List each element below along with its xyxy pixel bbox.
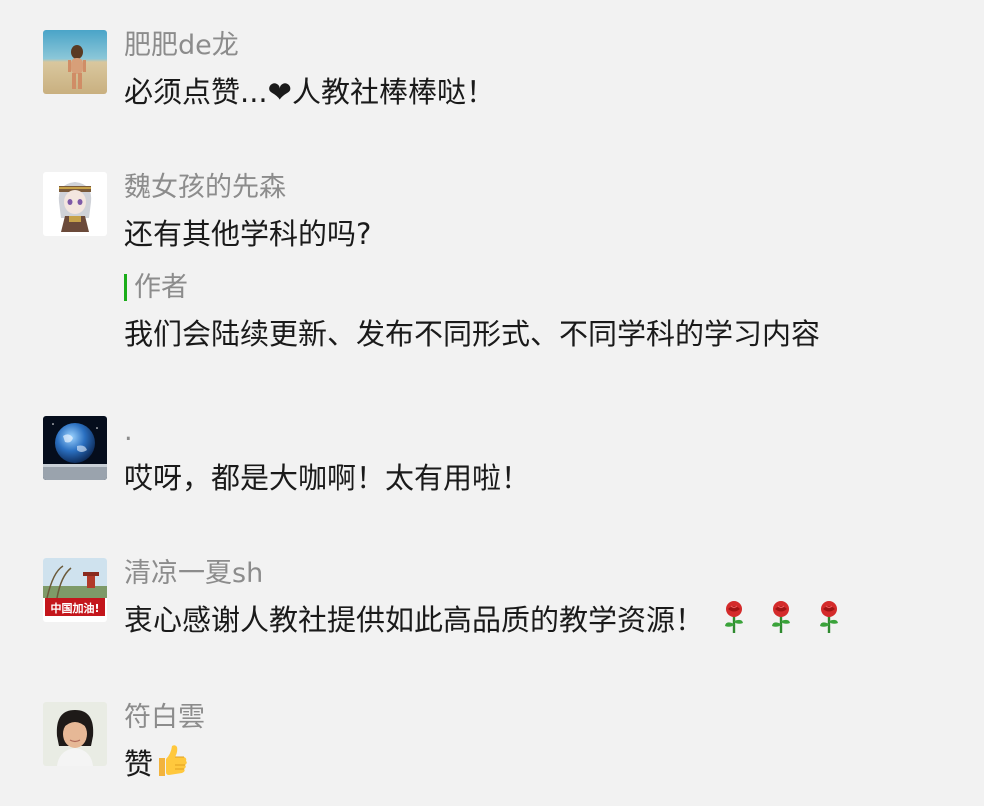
author-reply-text: 我们会陆续更新、发布不同形式、不同学科的学习内容 bbox=[124, 317, 821, 351]
comment-text: 必须点赞...❤人教社棒棒哒！ bbox=[124, 75, 495, 109]
china-cheer-avatar[interactable]: 中国加油! bbox=[43, 558, 107, 622]
comment-nickname: 肥肥de龙 bbox=[124, 30, 239, 61]
anime-character-avatar[interactable] bbox=[43, 172, 107, 236]
earth-from-space-avatar[interactable] bbox=[43, 416, 107, 480]
woman-portrait-avatar[interactable] bbox=[43, 702, 107, 766]
comment-nickname: 魏女孩的先森 bbox=[124, 172, 286, 203]
comment-text: 哎呀，都是大咖啊！太有用啦！ bbox=[124, 461, 531, 495]
comment-list: 肥肥de龙 必须点赞...❤人教社棒棒哒！ 魏女孩的先森 还有其他学科的吗? 作… bbox=[0, 0, 984, 806]
comment-nickname: 符白雲 bbox=[124, 702, 205, 733]
child-on-beach-avatar[interactable] bbox=[43, 30, 107, 94]
comment-text-line: 赞 bbox=[124, 742, 189, 784]
rose-emoji bbox=[725, 601, 744, 633]
comment-text-line: 衷心感谢人教社提供如此高品质的教学资源！ bbox=[124, 600, 846, 640]
comment-text: 衷心感谢人教社提供如此高品质的教学资源！ bbox=[124, 603, 705, 637]
china-cheer-text: 中国加油! bbox=[50, 601, 99, 615]
comment-nickname: . bbox=[124, 416, 133, 447]
rose-emoji bbox=[772, 601, 791, 633]
author-reply-label: 作者 bbox=[124, 270, 188, 306]
rose-emoji bbox=[819, 601, 838, 633]
comment-nickname: 清凉一夏sh bbox=[124, 558, 264, 589]
comment-text: 还有其他学科的吗? bbox=[124, 217, 372, 251]
thumbs-up-emoji bbox=[159, 745, 187, 776]
comment-text: 赞 bbox=[124, 747, 154, 781]
